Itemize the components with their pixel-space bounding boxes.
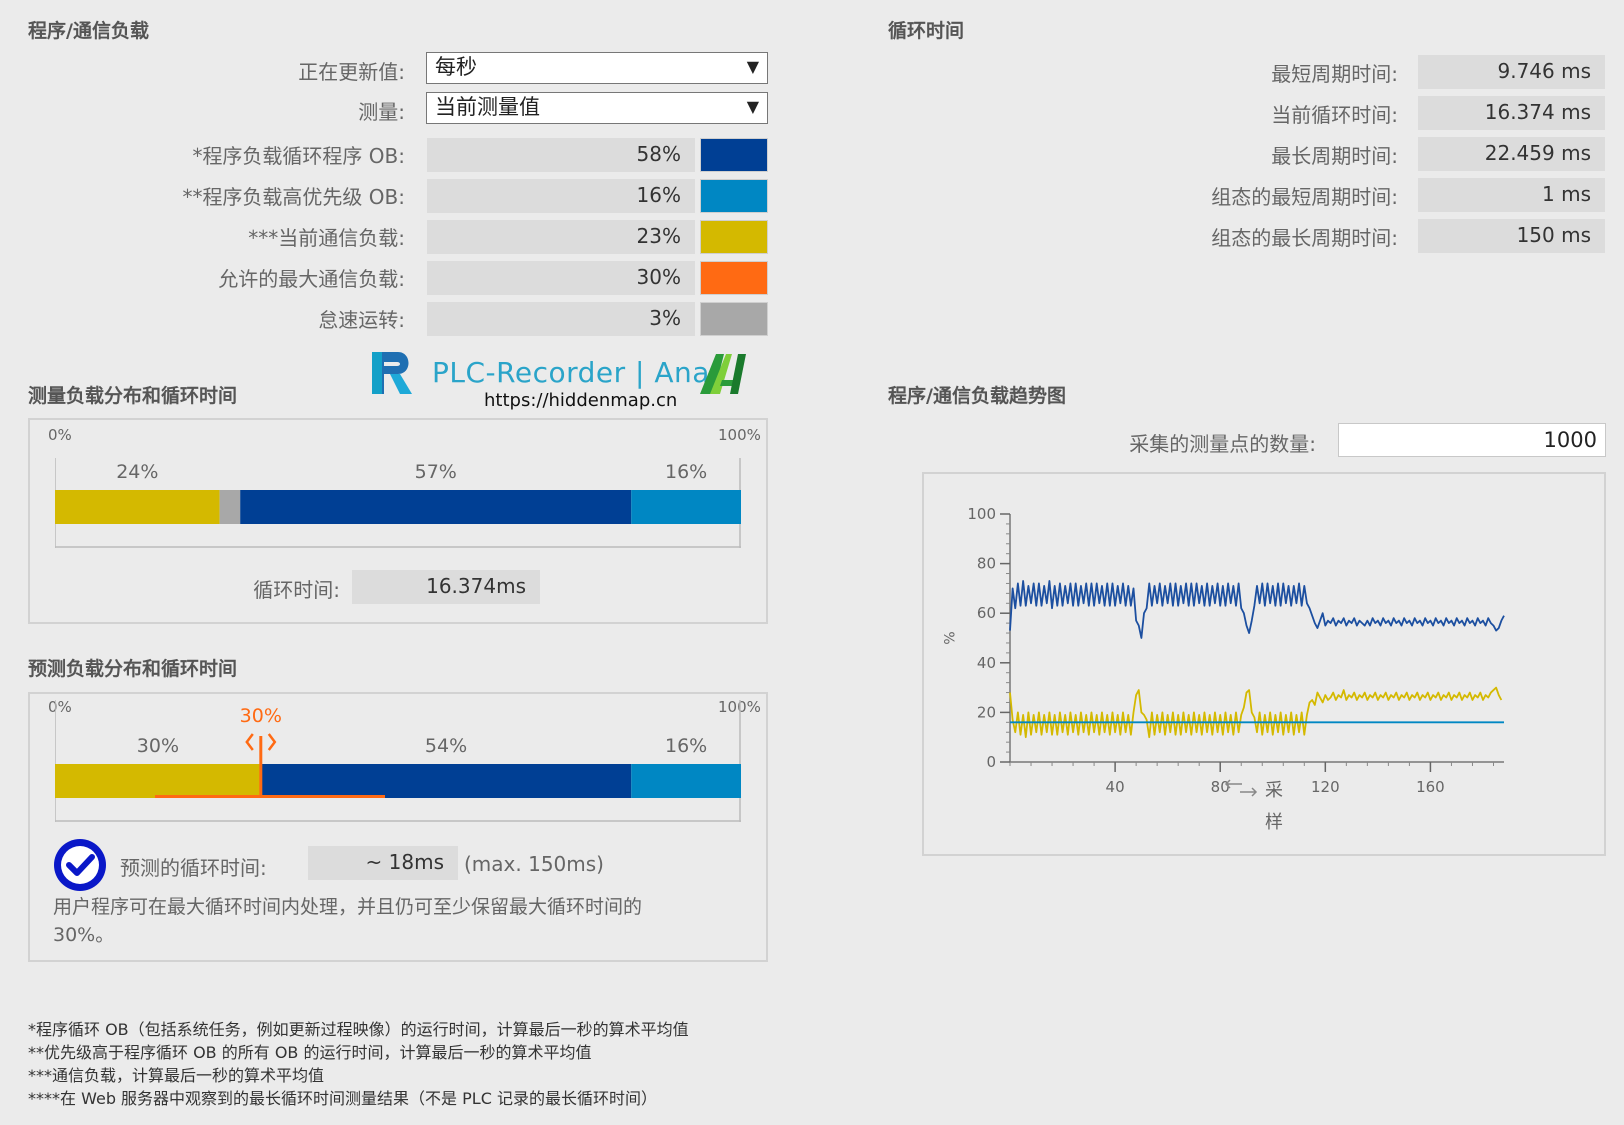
load-row-label: *程序负载循环程序 OB: [192, 144, 405, 168]
watermark-title: PLC-Recorder | Ana [432, 356, 710, 389]
predicted-message-line2: 30%。 [53, 924, 115, 946]
predicted-cycle-label: 预测的循环时间: [120, 856, 267, 880]
marker-label: 30% [240, 705, 282, 727]
y-tick-label: 20 [977, 703, 996, 721]
check-circle-icon [53, 838, 107, 892]
cycle-row-value: 150 ms [1418, 219, 1605, 253]
x-axis-label: 采 [1265, 780, 1283, 801]
segment-label: 54% [425, 735, 467, 757]
cycle-section-title: 循环时间 [888, 20, 965, 42]
max-comm-load-underline [155, 795, 385, 798]
y-tick-label: 60 [977, 604, 996, 622]
chevron-left-icon [245, 733, 254, 751]
footnote: ****在 Web 服务器中观察到的最长循环时间测量结果（不是 PLC 记录的最… [28, 1089, 657, 1108]
load-row-value: 3% [427, 302, 695, 336]
cycle-row-label: 组态的最长周期时间: [1211, 226, 1398, 250]
predicted-cycle-value: ~ 18ms [308, 846, 458, 880]
cycle-row-value: 1 ms [1418, 178, 1605, 212]
trend-chart: 0 20 40 60 80 100 40 80 120 160% 采样 [940, 505, 1505, 833]
chevron-down-icon: ▼ [746, 57, 759, 76]
predicted-message-line1: 用户程序可在最大循环时间内处理，并且仍可至少保留最大循环时间的 [53, 896, 643, 918]
y-tick-label: 80 [977, 555, 996, 573]
trend-section-title: 程序/通信负载趋势图 [888, 385, 1066, 407]
cycle-row-label: 最长周期时间: [1271, 144, 1398, 168]
points-label: 采集的测量点的数量: [1129, 432, 1316, 456]
measure-label: 测量: [358, 100, 405, 124]
load-row-label: 允许的最大通信负载: [218, 267, 405, 291]
measured-cycle-value: 16.374ms [352, 570, 540, 604]
update-select[interactable]: 每秒 ▼ [426, 52, 768, 84]
cycle-ob-color-swatch [700, 138, 768, 172]
y-tick-label: 0 [986, 753, 996, 771]
x-tick-label: 120 [1311, 778, 1340, 796]
predicted-cycle-max: (max. 150ms) [464, 852, 604, 876]
distribution-segment [219, 490, 241, 524]
comm-load-color-swatch [700, 220, 768, 254]
cycle-row-value: 9.746 ms [1418, 55, 1605, 89]
watermark-url: https://hiddenmap.cn [484, 390, 678, 411]
measure-select-value: 当前测量值 [435, 95, 540, 119]
distribution-segment [55, 490, 220, 524]
idle-color-swatch [700, 302, 768, 336]
update-select-value: 每秒 [435, 55, 477, 79]
load-row-value: 23% [427, 220, 695, 254]
predicted-section-title: 预测负载分布和循环时间 [28, 658, 238, 680]
segment-label: 30% [137, 735, 179, 757]
update-label: 正在更新值: [298, 60, 405, 84]
scale-min-label: 0% [48, 426, 72, 444]
segment-label: 57% [415, 461, 457, 483]
measured-section-title: 测量负载分布和循环时间 [28, 385, 238, 407]
segment-label: 16% [665, 461, 707, 483]
series-line [1009, 580, 1505, 639]
y-axis-label: % [940, 631, 956, 644]
measure-select[interactable]: 当前测量值 ▼ [426, 92, 768, 124]
plc-recorder-logo [368, 348, 416, 398]
cycle-row-value: 16.374 ms [1418, 96, 1605, 130]
load-section-title: 程序/通信负载 [28, 20, 149, 42]
cycle-row-label: 当前循环时间: [1271, 103, 1398, 127]
load-row-value: 16% [427, 179, 695, 213]
x-tick-label: 80 [1211, 778, 1230, 796]
segment-label: 16% [665, 735, 707, 757]
max-comm-load-color-swatch [700, 261, 768, 295]
load-row-label: ***当前通信负载: [248, 226, 405, 250]
x-tick-label: 160 [1416, 778, 1445, 796]
distribution-segment [631, 764, 741, 798]
cycle-row-label: 组态的最短周期时间: [1211, 185, 1398, 209]
chevron-down-icon: ▼ [746, 97, 759, 116]
load-row-value: 58% [427, 138, 695, 172]
distribution-segment [240, 490, 632, 524]
measured-cycle-label: 循环时间: [253, 578, 340, 602]
measured-bar-area: 24% 57% 16% [54, 458, 741, 550]
distribution-segment [260, 764, 632, 798]
load-row-value: 30% [427, 261, 695, 295]
chevron-right-icon [267, 733, 277, 751]
x-axis-label-group: 采样 [1224, 779, 1283, 833]
distribution-segment [631, 490, 741, 524]
predicted-distribution-bar: 30% 54% 16% 30% [54, 700, 741, 822]
load-row-label: **程序负载高优先级 OB: [182, 185, 405, 209]
cycle-row-value: 22.459 ms [1418, 137, 1605, 171]
predicted-bar-area: 30% 54% 16% 30% [54, 700, 741, 825]
footnote: **优先级高于程序循环 OB 的所有 OB 的运行时间，计算最后一秒的算术平均值 [28, 1043, 592, 1062]
points-input[interactable]: 1000 [1338, 423, 1606, 457]
ai-logo [698, 350, 748, 396]
y-tick-label: 40 [977, 654, 996, 672]
y-tick-label: 100 [967, 505, 996, 523]
x-axis-label: 样 [1265, 812, 1283, 833]
series-line [1009, 686, 1503, 739]
scale-max-label: 100% [718, 426, 761, 444]
pan-arrows-icon[interactable] [1224, 779, 1258, 797]
high-priority-ob-color-swatch [700, 179, 768, 213]
cycle-row-label: 最短周期时间: [1271, 62, 1398, 86]
measured-distribution-bar: 24% 57% 16% [54, 458, 741, 548]
trend-chart-panel: 0 20 40 60 80 100 40 80 120 160% 采样 [922, 472, 1606, 856]
load-row-label: 怠速运转: [318, 308, 405, 332]
x-tick-label: 40 [1106, 778, 1125, 796]
footnote: ***通信负载，计算最后一秒的算术平均值 [28, 1066, 325, 1085]
segment-label: 24% [116, 461, 158, 483]
footnote: *程序循环 OB（包括系统任务，例如更新过程映像）的运行时间，计算最后一秒的算术… [28, 1020, 689, 1039]
distribution-segment [55, 764, 261, 798]
